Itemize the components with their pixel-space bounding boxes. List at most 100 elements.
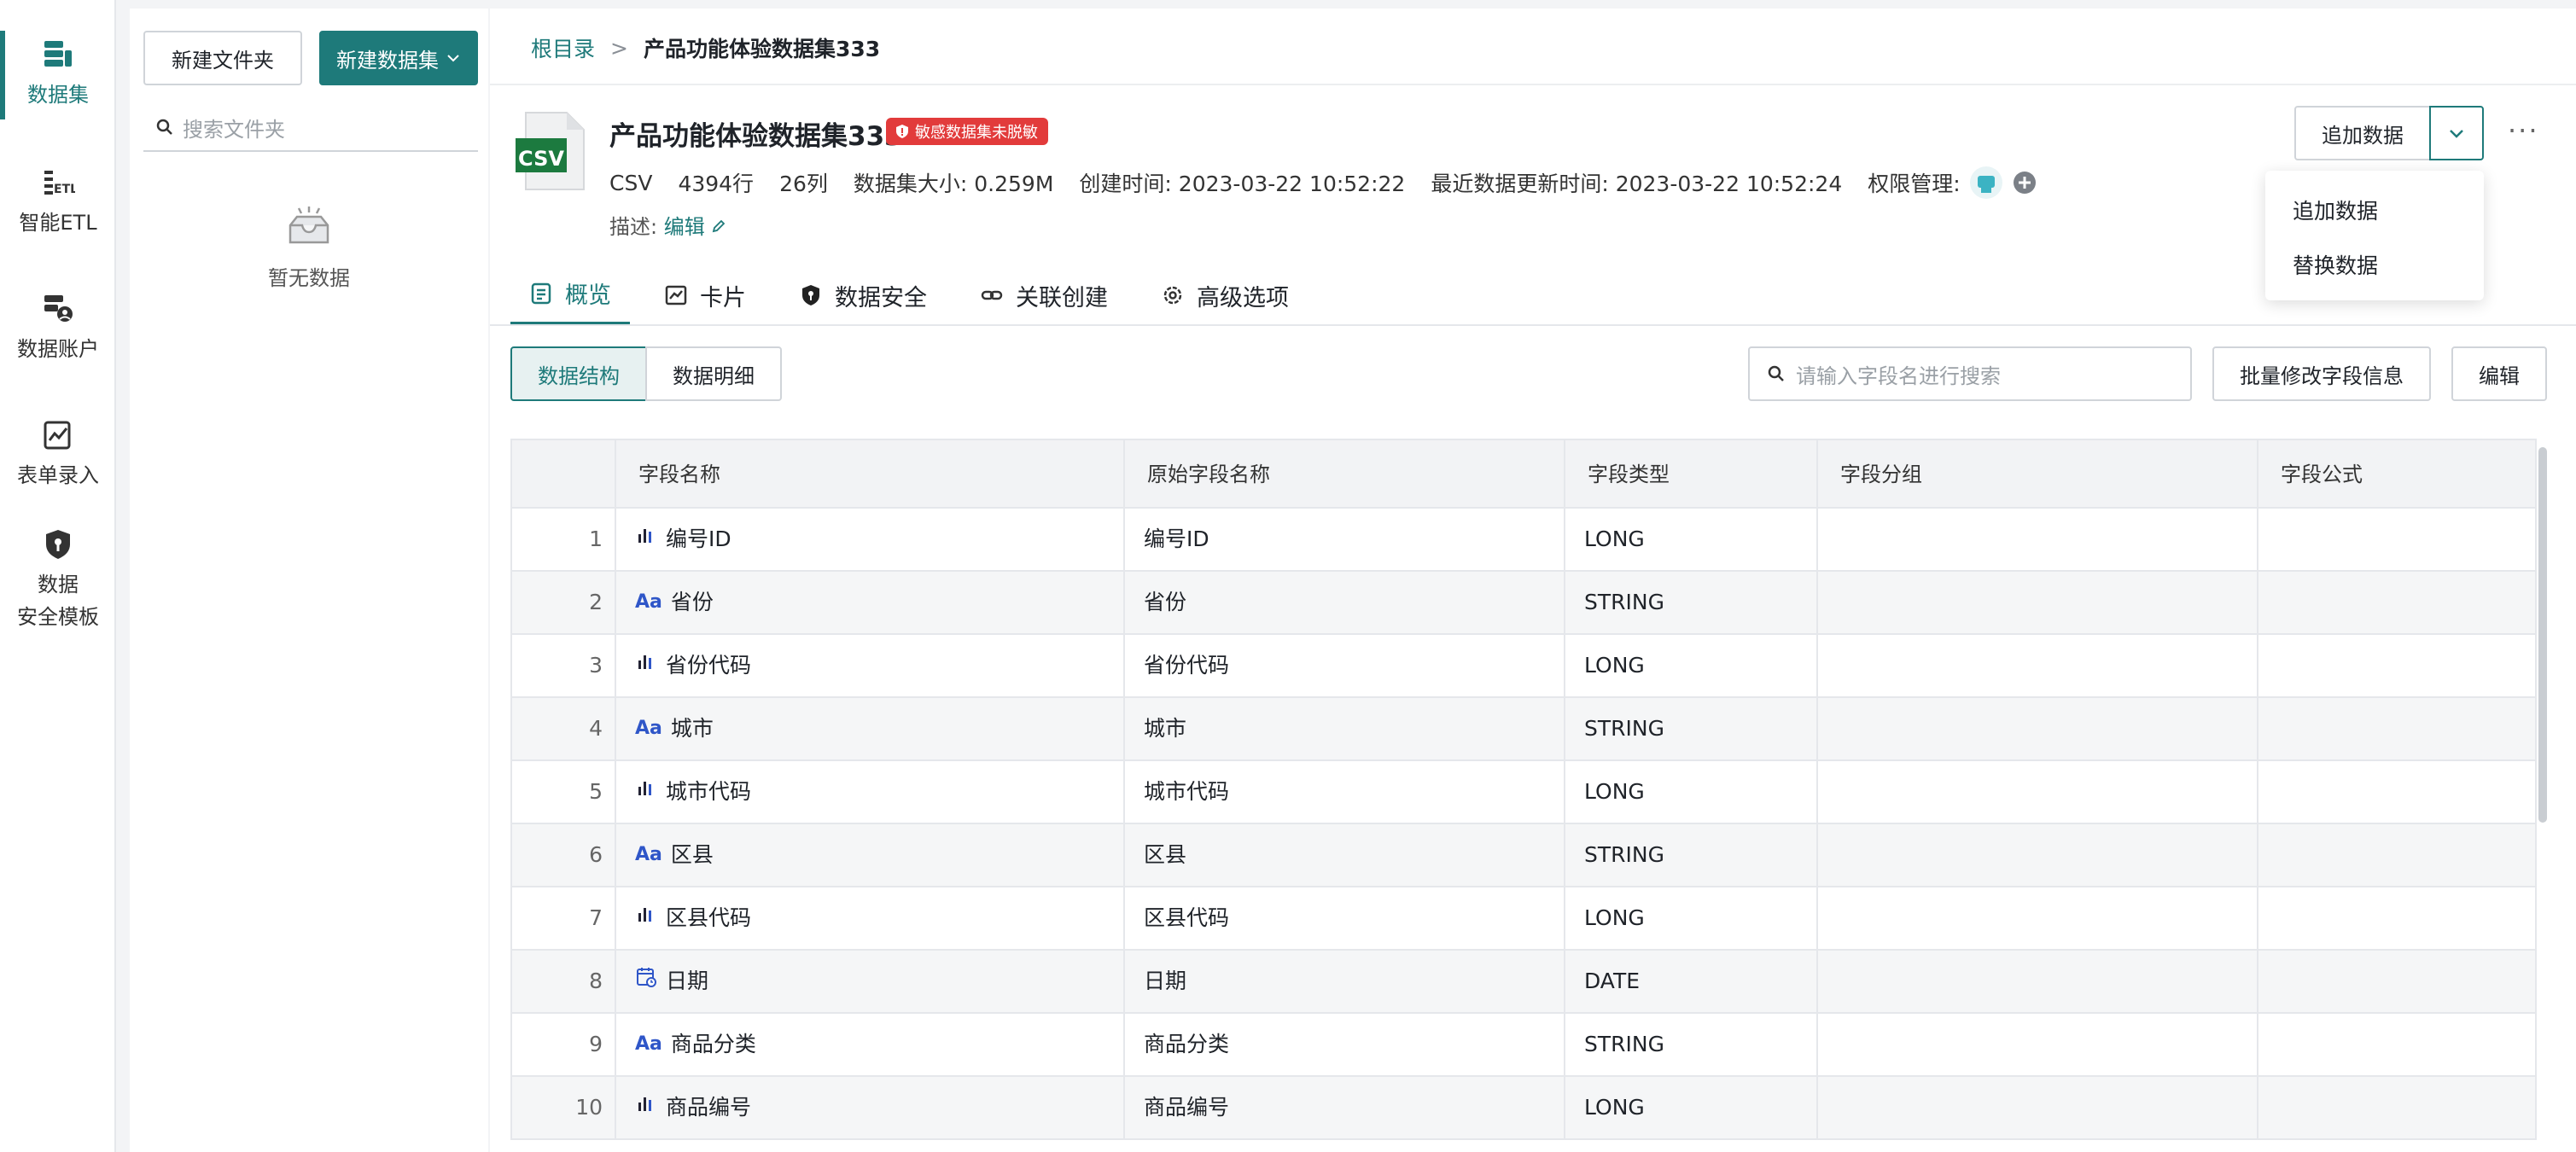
meta-size-value: 0.259M xyxy=(974,172,1054,196)
field-name-text: 城市 xyxy=(670,716,714,741)
dropdown-item-append[interactable]: 追加数据 xyxy=(2293,195,2378,225)
row-field-name: 省份代码 xyxy=(615,635,1123,696)
append-dropdown-toggle[interactable] xyxy=(2429,106,2484,160)
row-field-formula xyxy=(2257,887,2537,949)
breadcrumb-separator: > xyxy=(610,35,628,61)
row-field-type: LONG xyxy=(1564,509,1816,570)
table-row[interactable]: 5 城市代码 城市代码 LONG xyxy=(510,761,2537,824)
table-row[interactable]: 10 商品编号 商品编号 LONG xyxy=(510,1077,2537,1140)
breadcrumb-root[interactable]: 根目录 xyxy=(531,32,595,63)
row-field-group xyxy=(1816,951,2257,1012)
row-original-name: 城市代码 xyxy=(1123,761,1564,823)
row-field-name: 区县代码 xyxy=(615,887,1123,949)
th-field-type: 字段类型 xyxy=(1564,440,1816,509)
header-divider xyxy=(490,84,2576,85)
dropdown-item-replace[interactable]: 替换数据 xyxy=(2293,249,2378,280)
form-entry-icon xyxy=(44,421,71,450)
field-search-placeholder: 请输入字段名进行搜索 xyxy=(1796,364,2001,388)
meta-rows: 4394行 xyxy=(678,172,755,196)
rail-item-etl[interactable]: ETL 智能ETL xyxy=(0,166,116,239)
tab-overview[interactable]: 概览 xyxy=(510,265,630,326)
tab-card-label: 卡片 xyxy=(700,284,746,311)
seg-data-structure[interactable]: 数据结构 xyxy=(510,346,647,401)
table-row[interactable]: 8 日期 日期 DATE xyxy=(510,951,2537,1014)
add-permission-icon[interactable] xyxy=(2012,170,2037,195)
rail-item-form-entry[interactable]: 表单录入 xyxy=(0,418,116,492)
rail-label-security-2: 安全模板 xyxy=(17,605,99,629)
new-folder-button[interactable]: 新建文件夹 xyxy=(143,31,302,85)
meta-created-label: 创建时间: xyxy=(1079,172,1172,196)
field-name-text: 日期 xyxy=(666,969,709,993)
tab-advanced[interactable]: 高级选项 xyxy=(1142,265,1308,326)
row-field-formula xyxy=(2257,824,2537,886)
meta-permission: 权限管理: xyxy=(1868,166,2037,200)
row-original-name: 区县 xyxy=(1123,824,1564,886)
batch-edit-fields-button[interactable]: 批量修改字段信息 xyxy=(2212,346,2431,401)
more-options-button[interactable]: ··· xyxy=(2508,114,2539,147)
row-field-group xyxy=(1816,509,2257,570)
rail-item-security-template[interactable]: 数据 安全模板 xyxy=(0,527,116,633)
row-field-name: Aa 省份 xyxy=(615,572,1123,633)
rail-item-data-account[interactable]: 数据账户 xyxy=(0,292,116,365)
table-row[interactable]: 9 Aa 商品分类 商品分类 STRING xyxy=(510,1014,2537,1077)
row-field-group xyxy=(1816,1077,2257,1138)
row-index: 6 xyxy=(589,842,603,867)
row-original-name: 省份代码 xyxy=(1123,635,1564,696)
sensitive-badge: 敏感数据集未脱敏 xyxy=(886,118,1048,145)
tab-card[interactable]: 卡片 xyxy=(645,265,765,326)
meta-type: CSV xyxy=(609,170,653,195)
table-row[interactable]: 4 Aa 城市 城市 STRING xyxy=(510,698,2537,761)
desc-edit-text: 编辑 xyxy=(663,215,705,239)
left-nav-rail: 数据集 ETL 智能ETL 数据账户 表单录入 数据 安全模板 xyxy=(0,0,116,1152)
row-index: 8 xyxy=(589,969,603,993)
append-data-button[interactable]: 追加数据 xyxy=(2294,106,2431,160)
csv-icon-label: CSV xyxy=(518,147,564,171)
row-field-group xyxy=(1816,761,2257,823)
table-scrollbar[interactable] xyxy=(2538,447,2547,823)
new-dataset-button[interactable]: 新建数据集 xyxy=(319,31,478,85)
row-field-group xyxy=(1816,698,2257,759)
row-field-type: LONG xyxy=(1564,887,1816,949)
rail-item-dataset[interactable]: 数据集 xyxy=(0,38,116,111)
text-field-icon: Aa xyxy=(635,1033,662,1055)
th-field-formula: 字段公式 xyxy=(2257,440,2537,509)
tab-data-security[interactable]: 数据安全 xyxy=(780,265,946,326)
rail-label-form-entry: 表单录入 xyxy=(17,463,99,487)
row-original-name: 商品编号 xyxy=(1123,1077,1564,1138)
tab-link-create[interactable]: 关联创建 xyxy=(961,265,1127,326)
row-field-formula xyxy=(2257,572,2537,633)
empty-state: 暂无数据 xyxy=(130,205,488,291)
seg-data-detail[interactable]: 数据明细 xyxy=(645,346,782,401)
row-field-type: STRING xyxy=(1564,1014,1816,1075)
table-row[interactable]: 3 省份代码 省份代码 LONG xyxy=(510,635,2537,698)
avatar[interactable] xyxy=(1969,166,2003,200)
folder-search-input[interactable]: 搜索文件夹 xyxy=(143,104,478,152)
desc-label: 描述: xyxy=(609,215,658,239)
table-row[interactable]: 6 Aa 区县 区县 STRING xyxy=(510,824,2537,887)
table-row[interactable]: 7 区县代码 区县代码 LONG xyxy=(510,887,2537,951)
meta-size: 数据集大小: 0.259M xyxy=(854,167,1054,198)
search-icon xyxy=(156,119,172,135)
breadcrumb-current: 产品功能体验数据集333 xyxy=(643,37,881,61)
text-field-icon: Aa xyxy=(635,591,662,613)
numeric-field-icon xyxy=(635,635,657,696)
field-name-text: 区县 xyxy=(670,842,714,867)
row-index: 5 xyxy=(589,779,603,804)
field-search-input[interactable]: 请输入字段名进行搜索 xyxy=(1748,346,2192,401)
meta-updated: 最近数据更新时间: 2023-03-22 10:52:24 xyxy=(1431,167,1842,198)
table-row[interactable]: 1 编号ID 编号ID LONG xyxy=(510,509,2537,572)
meta-size-label: 数据集大小: xyxy=(853,172,968,196)
tab-data-security-label: 数据安全 xyxy=(835,284,927,311)
table-row[interactable]: 2 Aa 省份 省份 STRING xyxy=(510,572,2537,635)
row-field-formula xyxy=(2257,1077,2537,1138)
field-name-text: 商品分类 xyxy=(670,1032,756,1056)
edit-button[interactable]: 编辑 xyxy=(2451,346,2547,401)
meta-cols: 26列 xyxy=(779,172,828,196)
desc-edit-link[interactable]: 编辑 xyxy=(664,215,727,239)
folder-panel: 新建文件夹 新建数据集 搜索文件夹 暂无数据 xyxy=(130,9,488,1152)
row-field-type: STRING xyxy=(1564,824,1816,886)
settings-icon xyxy=(1163,286,1182,305)
row-field-formula xyxy=(2257,951,2537,1012)
row-field-name: 商品编号 xyxy=(615,1077,1123,1138)
row-index: 2 xyxy=(589,590,603,614)
